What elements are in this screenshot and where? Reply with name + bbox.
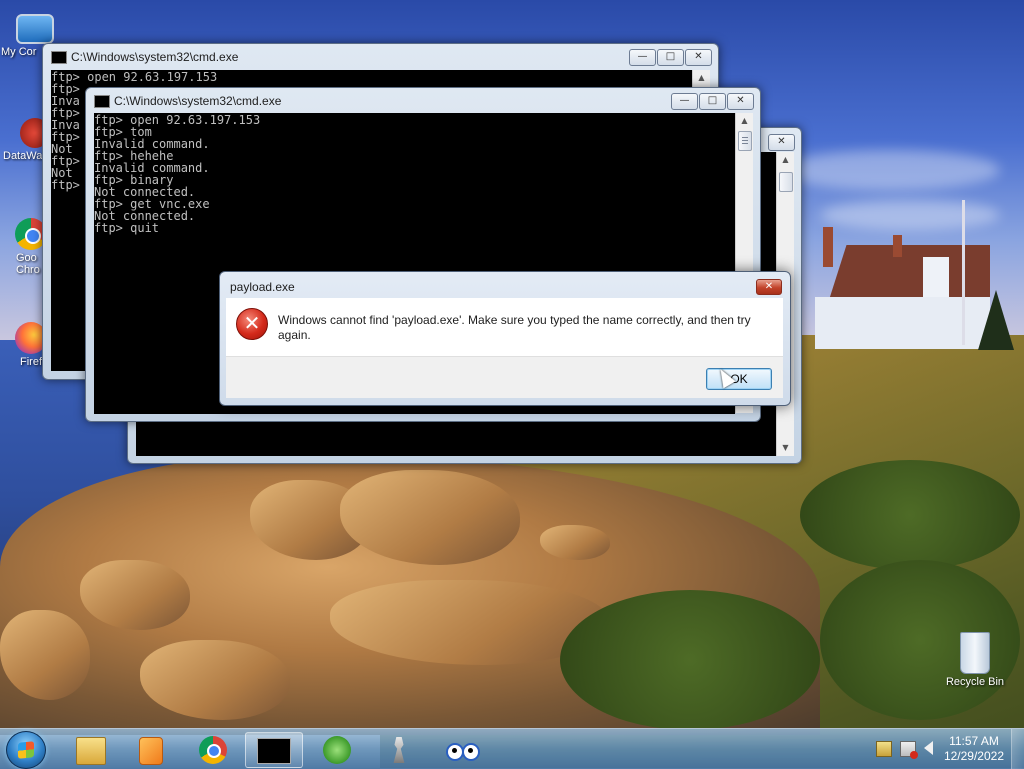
window-titlebar[interactable]: C:\Windows\system32\cmd.exe — □ ✕ xyxy=(86,88,760,114)
volume-icon[interactable] xyxy=(924,741,933,755)
minimize-icon: — xyxy=(679,95,690,106)
maximize-button[interactable]: □ xyxy=(657,49,684,66)
network-icon[interactable] xyxy=(900,741,918,759)
taskbar-clock[interactable]: 11:57 AM 12/29/2022 xyxy=(944,734,1004,764)
scroll-thumb[interactable] xyxy=(779,172,793,192)
dialog-body: ✕ Windows cannot find 'payload.exe'. Mak… xyxy=(226,298,783,356)
scroll-up-arrow-icon[interactable]: ▲ xyxy=(777,152,794,168)
taskbar-chrome[interactable] xyxy=(183,732,241,768)
window-titlebar[interactable]: C:\Windows\system32\cmd.exe — □ ✕ xyxy=(43,44,718,70)
explorer-icon xyxy=(76,737,106,765)
close-button[interactable]: ✕ xyxy=(768,134,795,151)
cmd-icon xyxy=(257,738,291,764)
error-dialog[interactable]: payload.exe ✕ ✕ Windows cannot find 'pay… xyxy=(219,271,791,406)
taskbar-explorer[interactable] xyxy=(61,732,119,768)
computer-icon xyxy=(16,14,54,44)
close-button[interactable]: ✕ xyxy=(685,49,712,66)
action-center-flag-icon[interactable] xyxy=(876,741,892,757)
scroll-down-arrow-icon[interactable]: ▼ xyxy=(777,440,794,456)
chrome-icon xyxy=(199,736,227,764)
close-button[interactable]: ✕ xyxy=(727,93,754,110)
window-title: C:\Windows\system32\cmd.exe xyxy=(114,94,282,108)
eyes-icon xyxy=(446,737,480,763)
chess-icon xyxy=(393,737,405,763)
close-icon: ✕ xyxy=(736,95,745,106)
wallpaper-cloud xyxy=(780,150,1000,190)
cmd-icon xyxy=(51,51,67,64)
desktop-icon-recycle-bin[interactable]: Recycle Bin xyxy=(938,632,1012,688)
wallpaper-bush xyxy=(560,590,820,730)
windows-logo-icon xyxy=(18,741,34,759)
start-button[interactable] xyxy=(6,731,46,769)
wallpaper-flagpole xyxy=(962,200,965,345)
taskbar-windows[interactable] xyxy=(308,732,366,768)
maximize-button[interactable]: □ xyxy=(699,93,726,110)
clock-date: 12/29/2022 xyxy=(943,749,1004,763)
media-player-icon xyxy=(139,737,163,765)
scroll-up-arrow-icon[interactable]: ▲ xyxy=(736,113,753,129)
system-tray: 11:57 AM 12/29/2022 xyxy=(864,729,1024,769)
close-icon: ✕ xyxy=(764,281,774,292)
error-message: Windows cannot find 'payload.exe'. Make … xyxy=(278,313,751,342)
windows-logo-icon xyxy=(323,736,351,764)
dialog-title: payload.exe xyxy=(230,280,295,294)
dialog-footer: OK xyxy=(226,356,783,398)
taskbar-eyes[interactable] xyxy=(433,732,491,768)
close-icon: ✕ xyxy=(777,136,786,147)
clock-time: 11:57 AM xyxy=(949,734,999,748)
cmd-icon xyxy=(94,95,110,108)
taskbar-media-player[interactable] xyxy=(120,732,178,768)
window-title: C:\Windows\system32\cmd.exe xyxy=(71,50,239,64)
taskbar-cmd[interactable] xyxy=(245,732,303,768)
minimize-icon: — xyxy=(637,51,648,62)
recycle-bin-icon xyxy=(960,632,990,674)
maximize-icon: □ xyxy=(707,95,718,106)
maximize-icon: □ xyxy=(665,51,676,62)
taskbar: 11:57 AM 12/29/2022 xyxy=(0,728,1024,769)
wallpaper-bush xyxy=(800,460,1020,570)
desktop-icon-label: Recycle Bin xyxy=(945,676,1005,688)
wallpaper-cloud xyxy=(820,200,1000,230)
dialog-close-button[interactable]: ✕ xyxy=(756,279,782,295)
error-icon: ✕ xyxy=(236,308,268,340)
close-icon: ✕ xyxy=(694,51,703,62)
scroll-up-arrow-icon[interactable]: ▲ xyxy=(693,70,710,86)
taskbar-chess[interactable] xyxy=(371,732,429,768)
scroll-thumb[interactable] xyxy=(738,131,752,151)
show-desktop-button[interactable] xyxy=(1011,729,1024,769)
minimize-button[interactable]: — xyxy=(671,93,698,110)
minimize-button[interactable]: — xyxy=(629,49,656,66)
